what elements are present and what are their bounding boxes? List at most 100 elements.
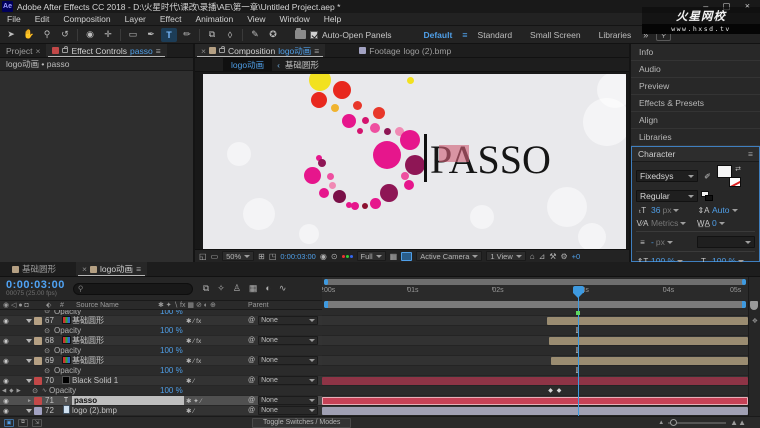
font-size-value[interactable]: 36: [651, 205, 660, 215]
parent-select[interactable]: None: [258, 406, 318, 415]
sidebar-panel-audio[interactable]: Audio: [631, 61, 760, 78]
eye-icon[interactable]: ◉: [0, 357, 12, 365]
zoom-out-mountain-icon[interactable]: ▲: [658, 420, 664, 426]
pick-whip-icon[interactable]: @: [248, 337, 255, 344]
property-name[interactable]: Opacity: [54, 366, 114, 375]
eye-icon[interactable]: ◉: [0, 397, 12, 405]
layer-name[interactable]: 基础圆形: [72, 355, 186, 366]
pick-whip-icon[interactable]: @: [248, 377, 255, 384]
motion-blur-icon[interactable]: ◐: [265, 283, 270, 294]
keyframe-icon[interactable]: I: [576, 347, 579, 355]
auto-open-panels-checkbox[interactable]: [310, 31, 318, 39]
layer-row[interactable]: ◉68基础圆形✱ ∕ fx@None: [0, 336, 322, 346]
layer-row[interactable]: ◉►71Tpasso✱ ✦ ∕@None: [0, 396, 322, 406]
menu-help[interactable]: Help: [317, 14, 348, 24]
tab-composition[interactable]: × Composition logo动画 ≡: [195, 44, 325, 57]
exposure-value[interactable]: +0: [572, 252, 581, 261]
source-name-header[interactable]: Source Name: [76, 302, 158, 309]
timeline-track-row[interactable]: I: [322, 366, 748, 376]
crumb-parent-comp[interactable]: 基础圆形: [285, 59, 319, 71]
expander-triangle-icon[interactable]: [26, 379, 32, 383]
layer-switches[interactable]: ✱ ∕ fx: [186, 357, 248, 365]
zoom-tool[interactable]: ⚲: [39, 28, 55, 42]
composition-mini-flowchart-icon[interactable]: ⧉: [203, 283, 209, 294]
layer-label-swatch[interactable]: [34, 407, 42, 415]
timeline-zoom-slider[interactable]: ▲ ▲▲: [658, 418, 760, 427]
workspace-menu-icon[interactable]: ≡: [462, 30, 467, 40]
camera-tool[interactable]: ◉: [82, 28, 98, 42]
chevron-down-icon[interactable]: [719, 222, 725, 225]
expander-triangle-icon[interactable]: [26, 319, 32, 323]
menu-edit[interactable]: Edit: [28, 14, 57, 24]
rotation-tool[interactable]: ↺: [57, 28, 73, 42]
parent-select[interactable]: None: [258, 356, 318, 365]
snapshot-icon[interactable]: ◉: [320, 252, 327, 261]
property-name[interactable]: Opacity: [49, 386, 109, 395]
close-tab-icon[interactable]: ×: [35, 46, 40, 56]
timeline-track-row[interactable]: ◆◆: [322, 386, 748, 396]
menu-effect[interactable]: Effect: [153, 14, 189, 24]
time-navigator[interactable]: [324, 279, 746, 285]
frame-blending-icon[interactable]: ▦: [249, 283, 258, 294]
hide-shy-layers-icon[interactable]: ♙: [233, 283, 241, 294]
playhead-handle[interactable]: [573, 286, 584, 298]
transparency-grid-icon[interactable]: ▦: [390, 252, 398, 261]
menu-file[interactable]: File: [0, 14, 28, 24]
crumb-current-comp[interactable]: logo动画: [223, 58, 272, 72]
keyframe-icon[interactable]: I: [576, 327, 579, 335]
workspace-standard[interactable]: Standard: [470, 30, 521, 40]
zoom-slider-knob[interactable]: [670, 419, 677, 426]
parent-header[interactable]: Parent: [248, 302, 269, 309]
property-value[interactable]: 100 %: [160, 386, 183, 395]
current-timecode[interactable]: 0:00:03:00 00075 (25.00 fps): [0, 280, 65, 298]
time-ruler[interactable]: :00s01s02s03s04s05s: [322, 286, 748, 298]
clone-stamp-tool[interactable]: ⧉: [204, 28, 220, 42]
preview-timecode[interactable]: 0:00:03:00: [280, 252, 315, 261]
grid-guides-icon[interactable]: ⊞: [258, 252, 265, 261]
sidebar-panel-effects-presets[interactable]: Effects & Presets: [631, 95, 760, 112]
pixel-aspect-icon[interactable]: ⌂: [530, 252, 535, 261]
layer-name[interactable]: Black Solid 1: [72, 376, 186, 385]
timeline-track-row[interactable]: [322, 316, 748, 326]
stopwatch-icon[interactable]: ⊙: [40, 327, 54, 335]
layer-label-swatch[interactable]: [34, 397, 42, 405]
sidebar-panel-info[interactable]: Info: [631, 44, 760, 61]
close-tab-icon[interactable]: ×: [82, 264, 87, 274]
zoom-select[interactable]: 50%: [222, 251, 254, 261]
menu-composition[interactable]: Composition: [56, 14, 117, 24]
bw-swatch-icon[interactable]: [701, 191, 713, 201]
always-preview-icon[interactable]: ◱: [199, 252, 207, 261]
hand-tool[interactable]: ✋: [21, 28, 37, 42]
zoom-slider-track[interactable]: [668, 422, 726, 424]
sidebar-panel-preview[interactable]: Preview: [631, 78, 760, 95]
layer-switches[interactable]: ✱ ✦ ∕: [186, 397, 248, 405]
puppet-pin-tool[interactable]: ✪: [265, 28, 281, 42]
timeline-tab-base-comp[interactable]: 基础圆形: [6, 262, 62, 276]
property-row[interactable]: ⊙Opacity100 %: [0, 366, 322, 376]
chevron-down-icon[interactable]: [673, 209, 679, 212]
eye-icon[interactable]: ◉: [0, 377, 12, 385]
composition-viewer[interactable]: PASSO: [195, 72, 629, 249]
timeline-track-row[interactable]: I: [322, 326, 748, 336]
layer-duration-bar[interactable]: [551, 357, 748, 365]
layer-label-swatch[interactable]: [34, 357, 42, 365]
graph-editor-icon[interactable]: ∿: [279, 283, 287, 294]
swap-fill-stroke-icon[interactable]: ⇄: [735, 165, 741, 173]
eyedropper-icon[interactable]: ✐: [701, 172, 714, 181]
panel-menu-icon[interactable]: ≡: [136, 264, 141, 274]
comp-button-icon[interactable]: ❖: [752, 317, 758, 325]
lock-icon[interactable]: [219, 48, 225, 53]
font-family-select[interactable]: Fixedsys: [636, 170, 698, 182]
expand-layer-switches-icon[interactable]: ▣: [4, 419, 14, 427]
kerning-value[interactable]: Metrics: [651, 218, 678, 228]
layer-name[interactable]: passo: [72, 396, 184, 405]
pick-whip-icon[interactable]: @: [248, 407, 255, 414]
timeline-track-row[interactable]: [322, 356, 748, 366]
panel-menu-icon[interactable]: ≡: [314, 46, 319, 56]
keyframe-navigator[interactable]: ◀◆▶: [2, 388, 21, 394]
layer-row[interactable]: ◉69基础圆形✱ ∕ fx@None: [0, 356, 322, 366]
expander-triangle-icon[interactable]: [26, 409, 32, 413]
draft-3d-icon[interactable]: ✧: [217, 283, 225, 294]
camera-select[interactable]: Active Camera: [416, 251, 482, 261]
eye-icon[interactable]: ◉: [0, 407, 12, 415]
